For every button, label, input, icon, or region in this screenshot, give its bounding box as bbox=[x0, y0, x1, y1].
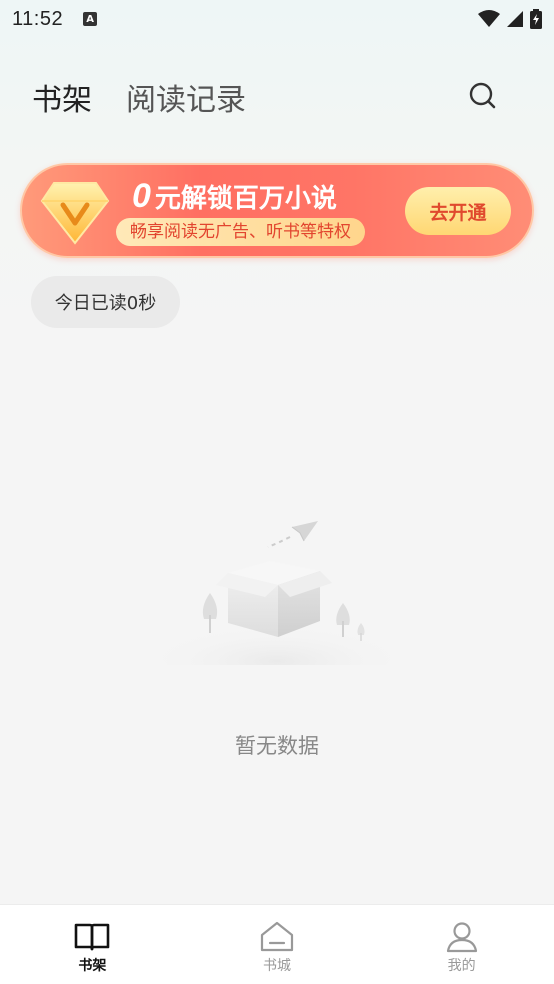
top-tab-bar: 书架 阅读记录 bbox=[0, 72, 554, 122]
vip-title: 0 元解锁百万小说 bbox=[132, 177, 337, 216]
book-icon bbox=[75, 923, 110, 951]
vip-subtitle: 畅享阅读无广告、听书等特权 bbox=[116, 218, 365, 246]
status-icons bbox=[478, 9, 542, 29]
tab-reading-history[interactable]: 阅读记录 bbox=[126, 75, 246, 119]
search-icon bbox=[469, 82, 496, 109]
vip-title-zero: 0 bbox=[132, 177, 151, 215]
status-time: 11:52 bbox=[12, 7, 64, 30]
empty-box-illustration bbox=[162, 521, 392, 665]
a-icon: A bbox=[83, 12, 98, 26]
wifi-icon bbox=[478, 10, 500, 27]
nav-bookstore[interactable]: 书城 bbox=[185, 905, 370, 984]
bottom-nav: 书架 书城 我的 bbox=[0, 904, 554, 984]
vip-promo-banner[interactable]: 0 元解锁百万小说 畅享阅读无广告、听书等特权 去开通 bbox=[20, 163, 534, 258]
house-icon bbox=[260, 921, 294, 952]
nav-bookshelf[interactable]: 书架 bbox=[0, 905, 185, 984]
vip-activate-button[interactable]: 去开通 bbox=[405, 187, 511, 235]
status-bar: 11:52 A bbox=[0, 0, 554, 38]
nav-mine[interactable]: 我的 bbox=[369, 905, 554, 984]
vip-diamond-icon bbox=[40, 182, 110, 245]
empty-state-text: 暂无数据 bbox=[235, 734, 319, 758]
today-read-chip[interactable]: 今日已读0秒 bbox=[31, 276, 180, 328]
nav-bookstore-label: 书城 bbox=[263, 958, 291, 974]
vip-title-text: 元解锁百万小说 bbox=[154, 183, 337, 213]
battery-icon bbox=[530, 9, 542, 29]
nav-bookshelf-label: 书架 bbox=[78, 958, 107, 974]
nav-mine-label: 我的 bbox=[447, 958, 476, 974]
signal-icon bbox=[507, 11, 523, 27]
bookshelf-screen: 11:52 A 书架 阅读记录 0 元解锁百万小说 畅享阅读无广告、听书等特权 … bbox=[0, 0, 554, 984]
tab-bookshelf[interactable]: 书架 bbox=[32, 75, 92, 119]
person-icon bbox=[446, 922, 477, 953]
search-button[interactable] bbox=[468, 81, 500, 113]
